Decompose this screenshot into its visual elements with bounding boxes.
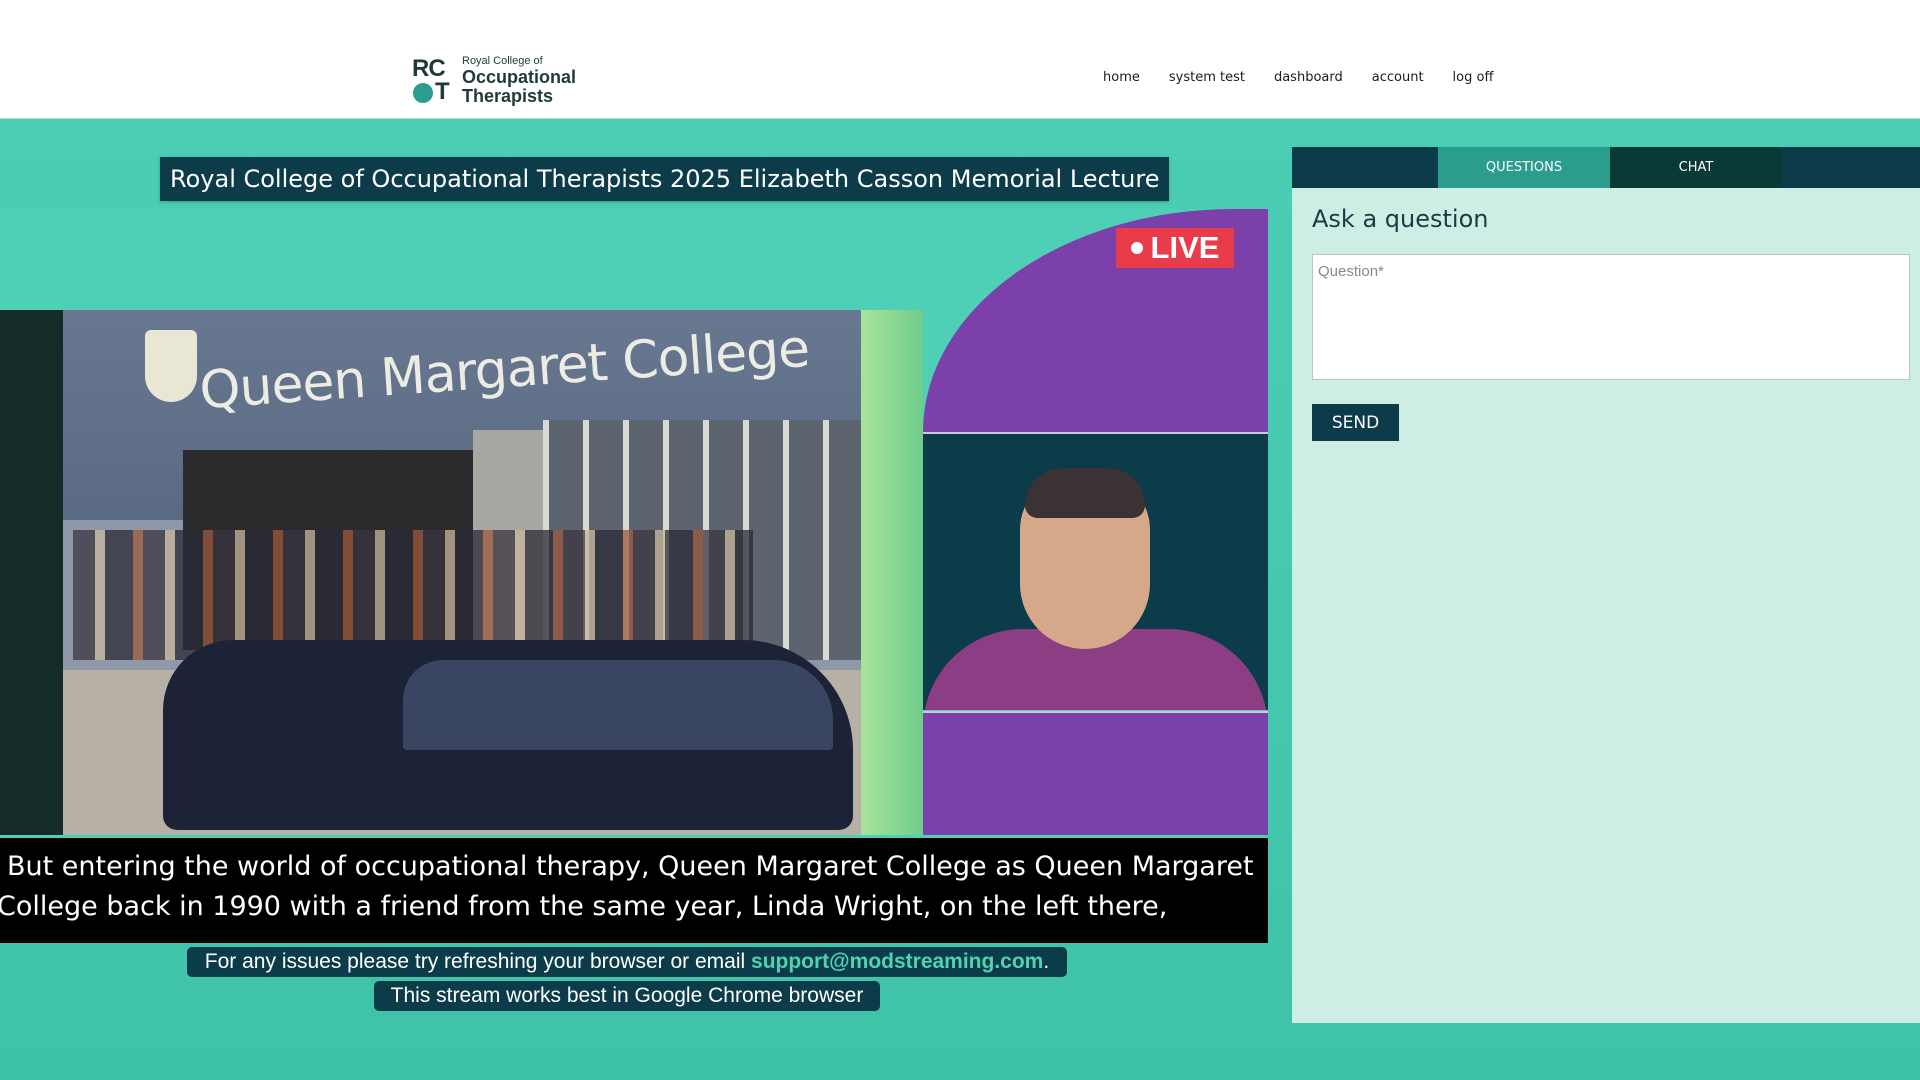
caption-line-1: But entering the world of occupational t… (7, 851, 1254, 882)
video-player[interactable]: Queen Margaret College LIVE But entering… (0, 209, 1268, 943)
live-dot-icon (1130, 242, 1143, 254)
send-button[interactable]: SEND (1312, 404, 1399, 441)
purple-panel-bottom (923, 713, 1268, 835)
live-label: LIVE (1150, 230, 1220, 265)
qa-panel: QUESTIONS CHAT Ask a question SEND (1292, 147, 1920, 1023)
logo-mark-rc: RC (412, 55, 446, 82)
nav-system-test[interactable]: system test (1169, 70, 1245, 85)
support-notice-suffix: . (1043, 950, 1050, 973)
ask-question-heading: Ask a question (1312, 205, 1489, 233)
photo-crest (145, 330, 197, 402)
logo-line2: Occupational (462, 66, 577, 87)
photo-car (163, 640, 853, 830)
stream-title: Royal College of Occupational Therapists… (160, 157, 1170, 201)
nav-home[interactable]: home (1103, 70, 1140, 85)
nav-dashboard[interactable]: dashboard (1274, 70, 1343, 85)
panel-tabs: QUESTIONS CHAT (1292, 147, 1920, 188)
speaker-hair (1025, 468, 1145, 518)
logo-line1: Royal College of (462, 54, 543, 67)
slide-photo: Queen Margaret College (63, 310, 861, 835)
caption-line-2: College back in 1990 with a friend from … (0, 891, 1168, 922)
live-badge: LIVE (1116, 228, 1234, 268)
site-header: RC T Royal College of Occupational Thera… (0, 0, 1920, 119)
rcot-logo[interactable]: RC T Royal College of Occupational Thera… (412, 54, 576, 106)
slide-green-edge (861, 310, 923, 835)
captions-box: But entering the world of occupational t… (0, 838, 1268, 943)
browser-notice: This stream works best in Google Chrome … (374, 981, 880, 1011)
tab-questions[interactable]: QUESTIONS (1438, 147, 1610, 188)
logo-mark: RC T (412, 56, 456, 104)
tab-chat[interactable]: CHAT (1610, 147, 1782, 188)
support-email-link[interactable]: support@modstreaming.com (751, 950, 1043, 973)
logo-dot-icon (413, 83, 433, 103)
nav-account[interactable]: account (1372, 70, 1424, 85)
speaker-camera (923, 434, 1268, 710)
question-input[interactable] (1312, 254, 1910, 380)
main-nav: home system test dashboard account log o… (1103, 70, 1493, 85)
support-notice: For any issues please try refreshing you… (187, 947, 1067, 977)
logo-mark-t: T (435, 78, 450, 105)
nav-log-off[interactable]: log off (1453, 70, 1494, 85)
photo-car-window (403, 660, 833, 750)
logo-line3: Therapists (462, 85, 554, 106)
logo-text: Royal College of Occupational Therapists (462, 55, 576, 106)
support-notice-prefix: For any issues please try refreshing you… (204, 950, 752, 973)
slide-left-strip (0, 310, 63, 835)
